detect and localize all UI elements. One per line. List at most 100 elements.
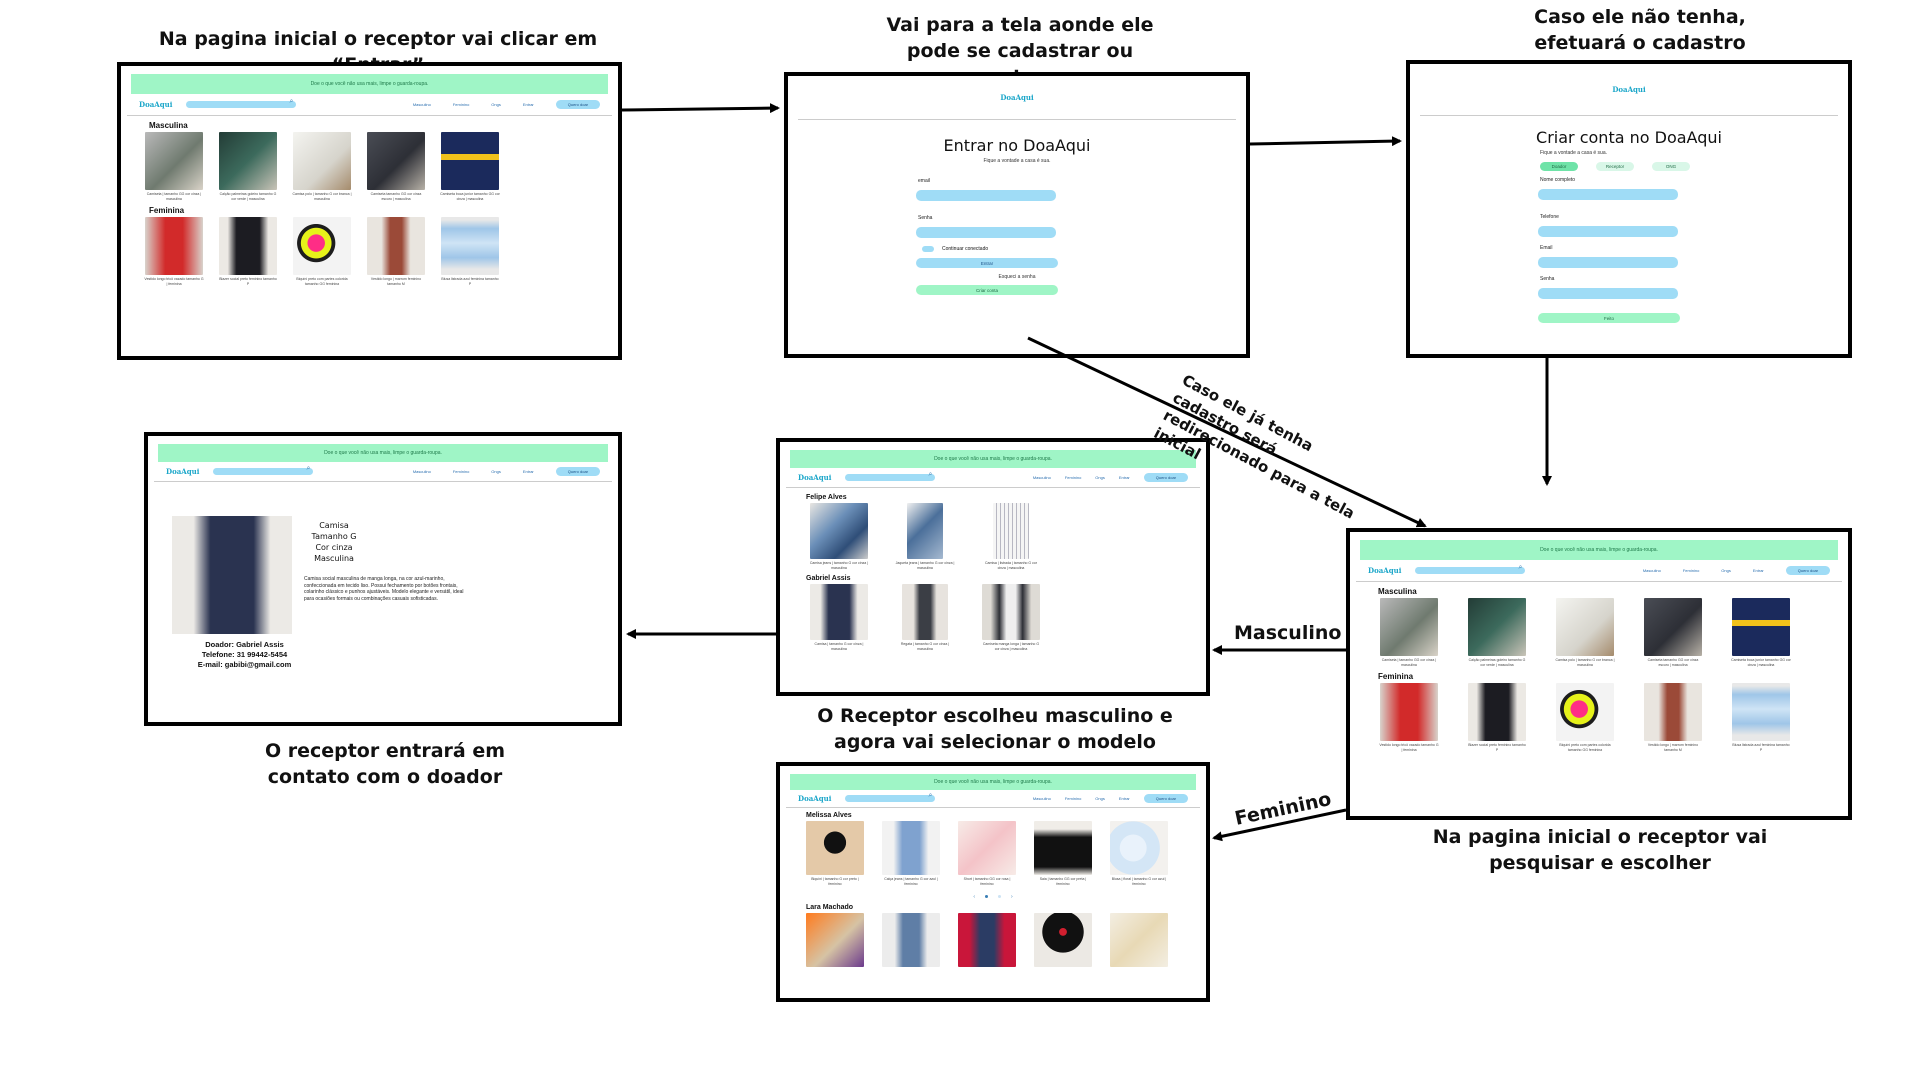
chevron-right-icon[interactable]: › <box>1011 894 1013 900</box>
product-card[interactable]: Vestido longo | marrom feminino tamanho … <box>1644 683 1702 752</box>
product-card[interactable]: Camiseta manga longa | tamanho G cor cin… <box>982 584 1040 651</box>
site-logo[interactable]: DoaAqui <box>798 473 831 482</box>
product-card[interactable]: Camisa polo | tamanho G cor branca | mas… <box>1555 598 1615 667</box>
nav-ongs[interactable]: Ongs <box>491 469 501 474</box>
nav-masculino[interactable]: Masculino <box>1643 568 1661 573</box>
site-logo[interactable]: DoaAqui <box>1368 566 1401 575</box>
site-logo[interactable]: DoaAqui <box>1612 85 1645 94</box>
donor-email[interactable]: E-mail: gabibi@gmail.com <box>172 660 317 670</box>
product-card[interactable]: Blusa | floral | tamanho G cor azul | fe… <box>1110 821 1168 886</box>
product-card[interactable]: Camisa polo | tamanho G cor branca | mas… <box>292 132 352 201</box>
nav-ongs[interactable]: Ongs <box>1095 796 1105 801</box>
site-logo[interactable]: DoaAqui <box>166 467 199 476</box>
product-card[interactable]: Saia | tamanho GG cor preta | feminino <box>1034 821 1092 886</box>
product-card[interactable]: Camisa | listrada | tamanho G cor cinza … <box>982 503 1040 570</box>
nav-masculino[interactable]: Masculino <box>413 469 431 474</box>
product-card[interactable]: Vestido longo | marrom feminino tamanho … <box>367 217 425 286</box>
nav-masculino[interactable]: Masculino <box>1033 796 1051 801</box>
product-card[interactable]: Blusa listrada azul feminina tamanho P <box>441 217 499 286</box>
forgot-password-link[interactable]: Esqueci a senha <box>788 274 1246 280</box>
quero-doar-button[interactable]: Quero doar <box>1785 566 1830 575</box>
nav-ongs[interactable]: Ongs <box>1721 568 1731 573</box>
keep-connected-toggle[interactable] <box>922 246 934 252</box>
criar-conta-button[interactable]: Criar conta <box>916 285 1058 295</box>
signup-screen-panel: DoaAqui Criar conta no DoaAqui Fique a v… <box>1406 60 1852 358</box>
nome-field[interactable] <box>1538 189 1678 200</box>
product-card[interactable]: Blazer social preto feminino tamanho P <box>1468 683 1526 752</box>
site-logo[interactable]: DoaAqui <box>1000 93 1033 102</box>
search-input[interactable] <box>213 465 314 475</box>
email-field[interactable] <box>916 190 1056 201</box>
nav-entrar[interactable]: Entrar <box>1753 568 1764 573</box>
product-card[interactable] <box>882 913 940 967</box>
product-card[interactable]: Camiseta boca junior tamanho GG cor cinz… <box>1731 598 1791 667</box>
nav-feminino[interactable]: Feminino <box>453 469 469 474</box>
product-card[interactable]: Calção palmeiras goleiro tamanho G cor v… <box>1468 598 1526 667</box>
nav-entrar[interactable]: Entrar <box>1119 475 1130 480</box>
product-card[interactable] <box>958 913 1016 967</box>
senha-label: Senha <box>1540 276 1555 282</box>
product-card[interactable] <box>1034 913 1092 967</box>
telefone-field[interactable] <box>1538 226 1678 237</box>
entrar-button[interactable]: Entrar <box>916 258 1058 268</box>
product-card[interactable]: Biquíni preto com partes colorida tamanh… <box>1556 683 1614 752</box>
product-card[interactable]: Biquíni preto com partes colorida tamanh… <box>293 217 351 286</box>
search-input[interactable] <box>186 98 297 108</box>
role-ong-button[interactable]: ONG <box>1652 162 1690 171</box>
role-receptor-button[interactable]: Receptor <box>1596 162 1634 171</box>
product-card[interactable]: Calção palmeiras goleiro tamanho G cor v… <box>219 132 277 201</box>
email-field[interactable] <box>1538 257 1678 268</box>
donor-name: Melissa Alves <box>806 812 852 819</box>
product-card[interactable]: Vestido longo tricô vazado tamanho G | f… <box>144 217 204 286</box>
search-input[interactable] <box>845 792 936 802</box>
quero-doar-button[interactable]: Quero doar <box>555 467 600 476</box>
search-input[interactable] <box>1415 564 1526 574</box>
product-card[interactable]: Vestido longo tricô vazado tamanho G | f… <box>1379 683 1439 752</box>
nav-entrar[interactable]: Entrar <box>1119 796 1130 801</box>
product-photo <box>441 132 499 190</box>
product-card[interactable]: Camiseta boca junior tamanho GG cor cinz… <box>440 132 500 201</box>
product-card[interactable]: Camiseta tamanho GG cor cinza escuro | m… <box>367 132 425 201</box>
product-card[interactable]: Regata | tamanho G cor cinza | masculina <box>896 584 954 651</box>
product-card[interactable]: Camisa | tamanho G cor cinza | masculina <box>810 584 868 651</box>
product-card[interactable]: Jaqueta jeans | tamanho G cor cinza | ma… <box>896 503 954 570</box>
quero-doar-button[interactable]: Quero doar <box>555 100 600 109</box>
nav-ongs[interactable]: Ongs <box>1095 475 1105 480</box>
product-card[interactable] <box>806 913 864 967</box>
product-card[interactable]: Calça jeans | tamanho G cor azul | femin… <box>882 821 940 886</box>
product-card[interactable] <box>1110 913 1168 967</box>
chevron-left-icon[interactable]: ‹ <box>973 894 975 900</box>
nav-links: Masculino Feminino Ongs Entrar Quero doa… <box>1621 566 1830 575</box>
password-field[interactable] <box>916 227 1056 238</box>
role-doador-button[interactable]: Doador <box>1540 162 1578 171</box>
product-card[interactable]: Biquíni | tamanho G cor preto | feminino <box>806 821 864 886</box>
search-input[interactable] <box>845 471 936 481</box>
feito-button[interactable]: Feito <box>1538 313 1680 323</box>
nav-feminino[interactable]: Feminino <box>1683 568 1699 573</box>
nav-masculino[interactable]: Masculino <box>1033 475 1051 480</box>
product-photo <box>367 217 425 275</box>
site-logo[interactable]: DoaAqui <box>139 100 172 109</box>
nav-ongs[interactable]: Ongs <box>491 102 501 107</box>
nav-feminino[interactable]: Feminino <box>453 102 469 107</box>
product-card[interactable]: Blazer social preto feminino tamanho P <box>219 217 277 286</box>
quero-doar-button[interactable]: Quero doar <box>1143 473 1188 482</box>
quero-doar-button[interactable]: Quero doar <box>1143 794 1188 803</box>
product-card[interactable]: Camiseta | tamanho GG cor cinza | mascul… <box>145 132 203 201</box>
keep-connected-row[interactable]: Continuar conectado <box>922 246 1246 252</box>
product-card[interactable]: Short | tamanho GG cor rosa | feminino <box>958 821 1016 886</box>
nav-feminino[interactable]: Feminino <box>1065 475 1081 480</box>
product-card[interactable]: Camiseta tamanho GG cor cinza escuro | m… <box>1644 598 1702 667</box>
nav-entrar[interactable]: Entrar <box>523 102 534 107</box>
product-photo <box>293 132 351 190</box>
product-card[interactable]: Camiseta | tamanho GG cor cinza | mascul… <box>1380 598 1438 667</box>
password-field[interactable] <box>1538 288 1678 299</box>
pagination-dot[interactable] <box>998 895 1001 898</box>
nav-masculino[interactable]: Masculino <box>413 102 431 107</box>
nav-feminino[interactable]: Feminino <box>1065 796 1081 801</box>
product-card[interactable]: Blusa listrada azul feminina tamanho P <box>1732 683 1790 752</box>
site-logo[interactable]: DoaAqui <box>798 794 831 803</box>
nav-entrar[interactable]: Entrar <box>523 469 534 474</box>
pagination-dot[interactable] <box>985 895 988 898</box>
product-card[interactable]: Camisa jeans | tamanho G cor cinza | mas… <box>810 503 868 570</box>
